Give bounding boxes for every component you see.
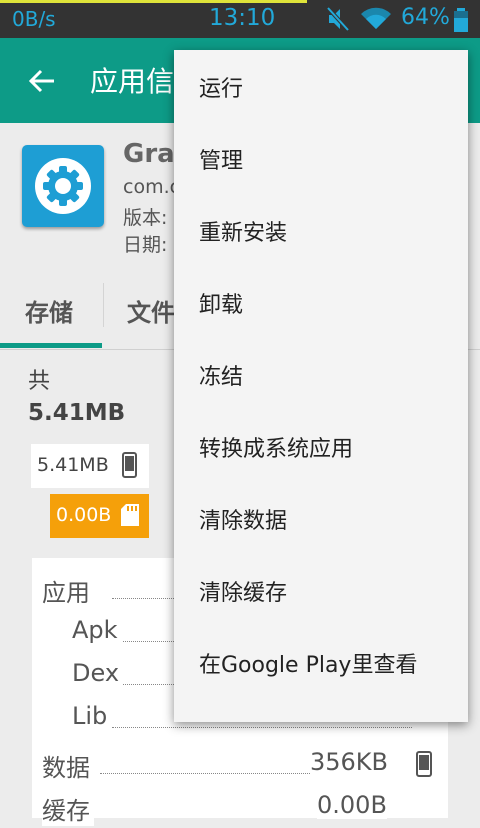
breakdown-label: 缓存 xyxy=(42,791,94,826)
mute-icon xyxy=(326,6,350,32)
menu-item-uninstall[interactable]: 卸载 xyxy=(174,266,468,338)
overflow-menu: 运行 管理 重新安装 卸载 冻结 转换成系统应用 清除数据 清除缓存 在Goog… xyxy=(174,50,468,722)
back-arrow-icon[interactable] xyxy=(28,67,56,95)
menu-item-freeze[interactable]: 冻结 xyxy=(174,338,468,410)
clock: 13:10 xyxy=(209,5,276,31)
sd-storage-chip: 0.00B xyxy=(50,494,149,538)
status-bar: 0B/s 13:10 64% xyxy=(0,0,480,38)
menu-item-run[interactable]: 运行 xyxy=(174,50,468,122)
download-progress-bar xyxy=(0,0,308,3)
phone-storage-chip: 5.41MB xyxy=(31,444,149,488)
menu-item-reinstall[interactable]: 重新安装 xyxy=(174,194,468,266)
menu-item-manage[interactable]: 管理 xyxy=(174,122,468,194)
date-label: 日期: xyxy=(123,234,168,256)
breakdown-label: Dex xyxy=(72,659,124,687)
page-title: 应用信 xyxy=(90,65,175,98)
app-icon xyxy=(22,145,104,227)
breakdown-label: Apk xyxy=(72,616,122,644)
package-name: com.c xyxy=(123,176,181,198)
breakdown-label: 数据 xyxy=(42,748,94,783)
tab-storage[interactable]: 存储 xyxy=(25,293,73,328)
menu-item-view-in-google-play[interactable]: 在Google Play里查看 xyxy=(174,626,468,698)
breakdown-row-cache: 缓存 0.00B xyxy=(32,788,448,828)
tab-files[interactable]: 文件 xyxy=(127,293,175,328)
menu-item-clear-cache[interactable]: 清除缓存 xyxy=(174,554,468,626)
sd-storage-value: 0.00B xyxy=(56,504,112,526)
breakdown-label: 应用 xyxy=(42,573,94,608)
phone-storage-value: 5.41MB xyxy=(37,454,109,476)
version-label: 版本: xyxy=(123,207,168,229)
total-label: 共 xyxy=(28,369,51,394)
gear-icon xyxy=(35,158,91,214)
menu-item-convert-to-system[interactable]: 转换成系统应用 xyxy=(174,410,468,482)
phone-icon xyxy=(416,751,432,777)
network-speed: 0B/s xyxy=(12,7,56,31)
sd-card-icon xyxy=(121,504,139,526)
breakdown-row-data: 数据 356KB xyxy=(32,745,448,785)
breakdown-label: Lib xyxy=(72,702,112,730)
tab-divider xyxy=(103,283,104,327)
phone-icon xyxy=(122,452,137,478)
battery-percent: 64% xyxy=(401,5,450,30)
wifi-icon xyxy=(361,7,391,30)
breakdown-value: 0.00B xyxy=(317,791,387,819)
battery-icon xyxy=(454,8,468,32)
menu-item-clear-data[interactable]: 清除数据 xyxy=(174,482,468,554)
tab-indicator xyxy=(0,343,102,348)
breakdown-value: 356KB xyxy=(310,748,389,776)
total-size: 5.41MB xyxy=(28,400,126,426)
